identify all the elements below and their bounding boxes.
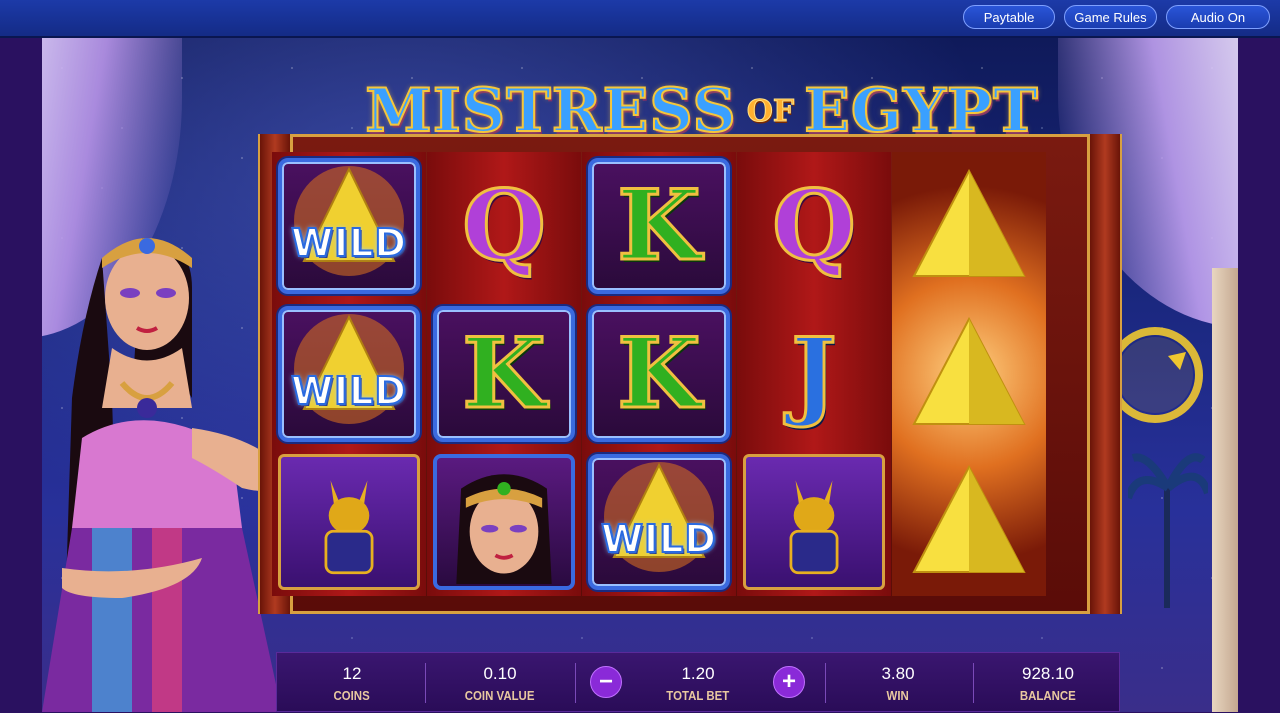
reel-1: WILD WILD — [272, 152, 426, 596]
coins-value: 12 — [342, 663, 362, 683]
symbol-pyramid — [892, 300, 1046, 448]
wild-label: WILD — [600, 516, 717, 562]
letter-q: Q — [461, 169, 548, 282]
balance-label: BALANCE — [1020, 687, 1076, 703]
palm-tree — [1128, 453, 1208, 608]
letter-k: K — [616, 169, 702, 282]
wild-label: WILD — [290, 368, 407, 414]
wild-label: WILD — [290, 220, 407, 266]
bastet-cat-icon — [324, 480, 374, 575]
pyramid-icon — [912, 316, 1026, 425]
win-display: 3.80 WIN — [823, 653, 973, 713]
coin-value-display[interactable]: 0.10 COIN VALUE — [425, 653, 575, 713]
reel-5 — [892, 152, 1046, 596]
symbol-cleopatra — [427, 448, 581, 596]
right-column — [1212, 268, 1238, 712]
symbol-wild: WILD — [582, 448, 736, 596]
symbol-k: K — [427, 300, 581, 448]
symbol-pyramid — [892, 152, 1046, 300]
title-word-of: OF — [746, 93, 795, 129]
bastet-cat-icon — [789, 480, 839, 575]
symbol-cat — [272, 448, 426, 596]
symbol-k: K — [582, 152, 736, 300]
coin-value-value: 0.10 — [483, 663, 517, 683]
symbol-pyramid — [892, 448, 1046, 596]
decrease-bet-button[interactable]: − — [590, 666, 622, 698]
balance-display: 928.10 BALANCE — [973, 653, 1123, 713]
total-bet-value: 1.20 — [681, 663, 715, 683]
reel-3: K K WILD — [582, 152, 736, 596]
reel-4: Q J — [737, 152, 891, 596]
reel-grid: WILD WILD Q K K K WILD Q J — [272, 152, 1046, 596]
symbol-q: Q — [427, 152, 581, 300]
symbol-wild: WILD — [272, 300, 426, 448]
letter-k: K — [461, 317, 547, 430]
coin-value-label: COIN VALUE — [465, 687, 535, 703]
pyramid-icon — [912, 464, 1026, 573]
divider — [575, 663, 576, 703]
coins-label: COINS — [333, 687, 371, 703]
top-bar: Paytable Game Rules Audio On — [0, 0, 1280, 38]
symbol-j: J — [737, 300, 891, 448]
increase-bet-button[interactable]: + — [773, 666, 805, 698]
game-rules-button[interactable]: Game Rules — [1064, 5, 1157, 29]
bet-panel: 12 COINS 0.10 COIN VALUE 1.20 TOTAL BET … — [276, 652, 1120, 712]
coins-display: 12 COINS — [277, 653, 427, 713]
cleopatra-face-icon — [456, 474, 552, 584]
letter-k: K — [616, 317, 702, 430]
symbol-cat — [737, 448, 891, 596]
letter-j: J — [790, 317, 838, 430]
audio-toggle-button[interactable]: Audio On — [1166, 5, 1270, 29]
symbol-k: K — [582, 300, 736, 448]
symbol-q: Q — [737, 152, 891, 300]
paytable-button[interactable]: Paytable — [963, 5, 1055, 29]
pyramid-icon — [912, 168, 1026, 277]
letter-q: Q — [771, 169, 858, 282]
balance-value: 928.10 — [1022, 663, 1074, 683]
win-label: WIN — [886, 687, 910, 703]
total-bet-display: 1.20 TOTAL BET — [623, 653, 773, 713]
reel-2: Q K — [427, 152, 581, 596]
win-value: 3.80 — [881, 663, 915, 683]
total-bet-label: TOTAL BET — [666, 687, 730, 703]
right-pillar — [1088, 134, 1122, 614]
symbol-wild: WILD — [272, 152, 426, 300]
